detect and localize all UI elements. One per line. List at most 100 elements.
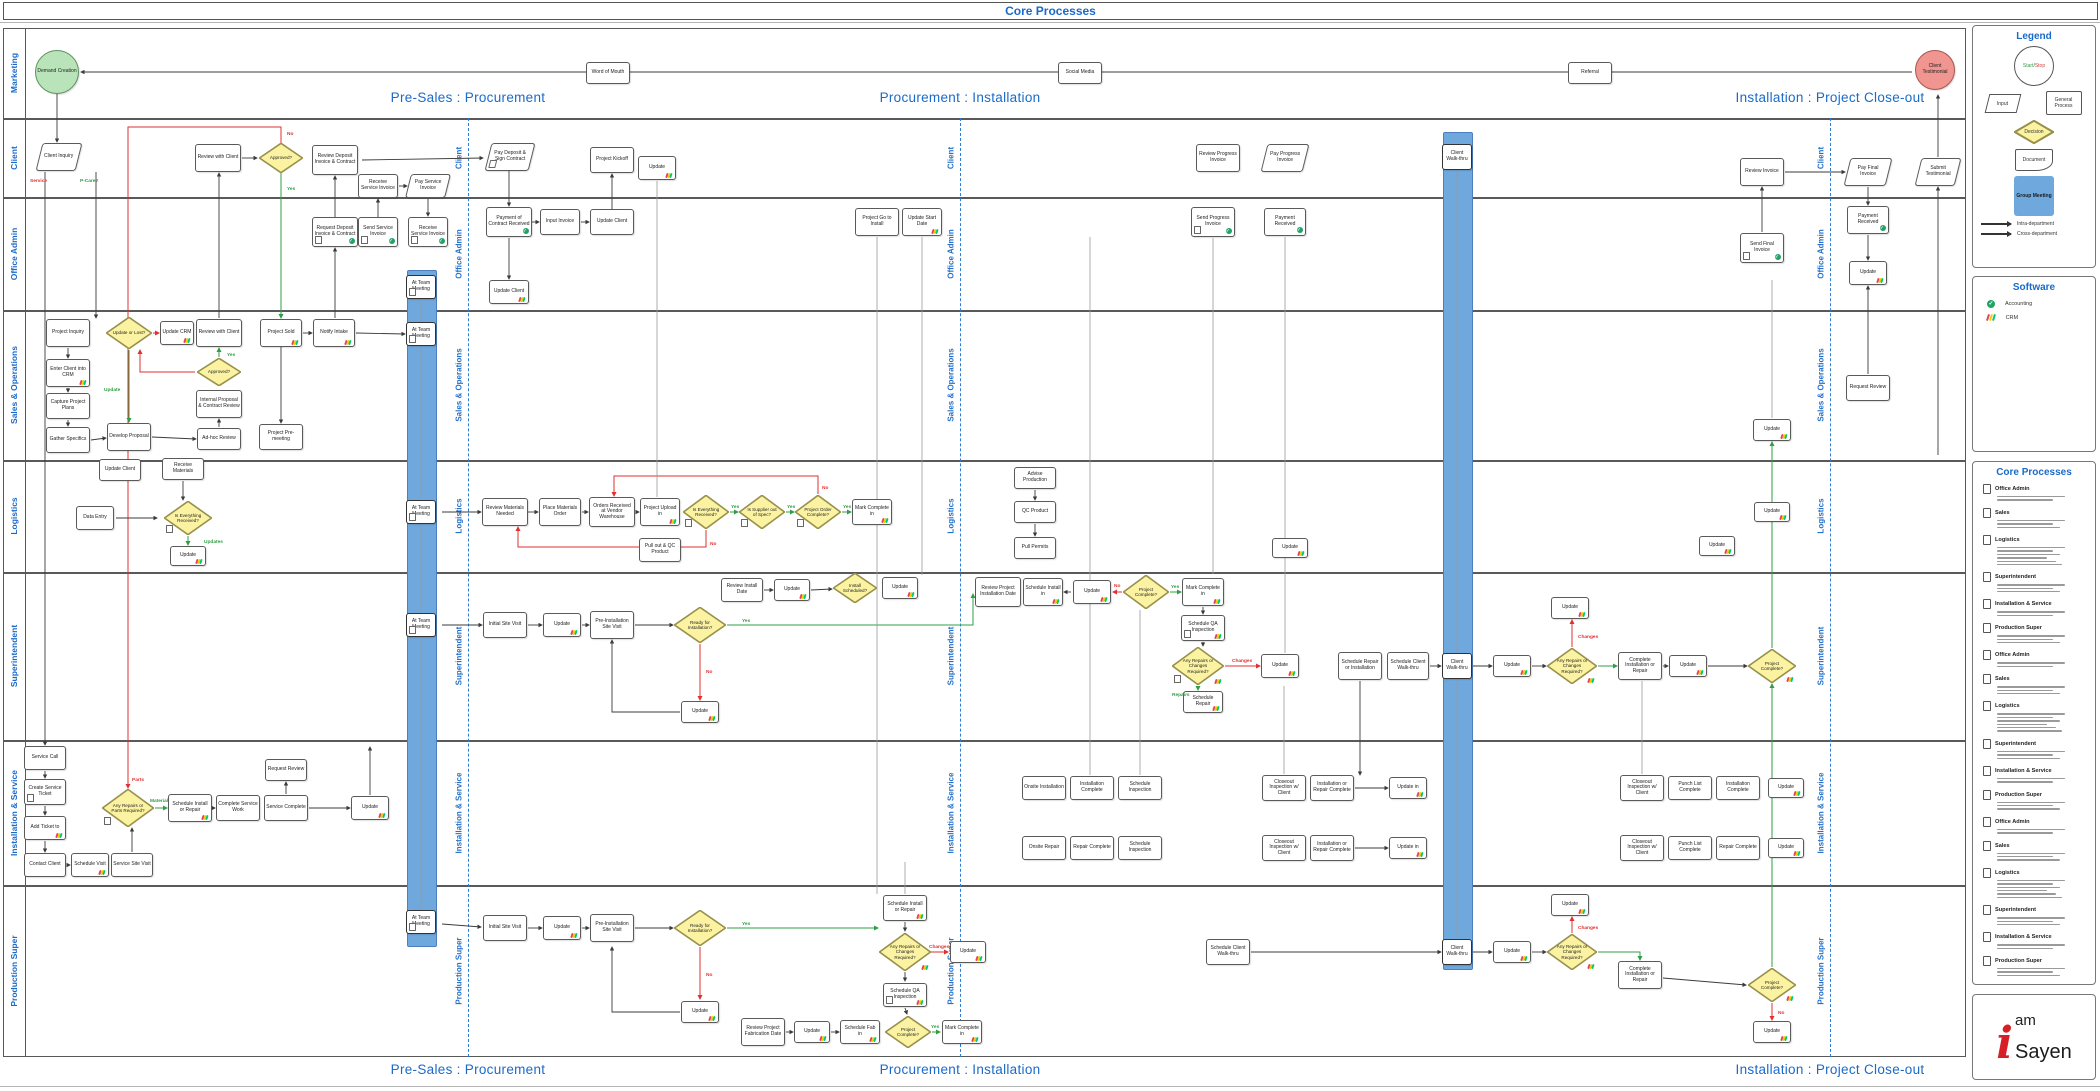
flow-node-c1[interactable]: Client Inquiry [36,143,83,171]
flow-node-l15[interactable]: Pull out & QC Product [639,538,681,562]
flow-node-c3[interactable]: Approved? [259,143,303,173]
flow-node-su14[interactable]: Update [1261,654,1299,678]
flow-node-m1[interactable]: Demand Creation [35,50,79,94]
flow-node-ia3[interactable]: Schedule Inspection [1118,776,1162,800]
flow-node-l21[interactable]: Update [1754,502,1790,522]
flow-node-su24[interactable]: Project Complete? [1748,649,1796,683]
flow-node-o3[interactable]: Receive Service Invoice✓ [408,217,448,247]
flow-node-s6[interactable]: Ad-hoc Review [197,428,241,450]
flow-node-p14[interactable]: Update [950,941,986,963]
flow-node-o13[interactable]: Update Start Date [902,208,942,236]
flow-node-ib4[interactable]: Update [1768,778,1804,798]
flow-node-o5[interactable]: Input Invoice [540,209,580,235]
flow-node-c11[interactable]: Client Walk-thru [1442,144,1472,170]
flow-node-ib7[interactable]: Repair Complete [1716,836,1760,860]
flow-node-su3[interactable]: Update [543,613,581,637]
flow-node-c12[interactable]: Review Invoice [1740,158,1784,186]
flow-node-su22[interactable]: Complete Installation or Repair [1618,652,1662,680]
flow-node-l16[interactable]: Advise Production [1014,467,1056,489]
flow-node-p11[interactable]: Mark Complete in [942,1020,982,1044]
flow-node-su20[interactable]: Any Repairs or Changes Required? [1547,648,1597,684]
flow-node-l1[interactable]: Update Client [99,459,141,481]
flow-node-l2[interactable]: Receive Materials [162,458,204,480]
flow-node-p22[interactable]: Update [1753,1021,1791,1043]
flow-node-ia10[interactable]: Closeout Inspection w/ Client [1262,835,1306,861]
flow-node-su10[interactable]: Project Complete? [1123,575,1169,609]
flow-node-su4[interactable]: Pre-Installation Site Visit [590,611,634,639]
flow-node-c14[interactable]: Submit Testimonial [1915,158,1962,186]
flow-node-p7[interactable]: Review Project Fabrication Date [741,1018,785,1046]
flow-node-l7[interactable]: Review Materials Needed [482,498,528,526]
flow-node-su2[interactable]: Initial Site Visit [483,612,527,638]
flow-node-is7[interactable]: Any Repairs or Parts Required? [102,789,154,827]
flow-node-p15[interactable]: Schedule QA Inspection [883,983,927,1007]
flow-node-su9[interactable]: Update [1073,580,1111,604]
flow-node-l20[interactable]: Update [1699,536,1735,556]
flow-node-l17[interactable]: QC Product [1014,501,1056,523]
flow-node-p3[interactable]: Update [543,916,581,940]
flow-node-m5[interactable]: Client Testimonial [1915,50,1955,90]
flow-node-is5[interactable]: Schedule Visit [71,853,109,877]
flow-node-l19[interactable]: Update [1272,538,1308,558]
flow-node-ia11[interactable]: Installation or Repair Complete [1310,835,1354,861]
flow-node-ib8[interactable]: Update [1768,838,1804,858]
flow-node-p19[interactable]: Update [1551,894,1589,916]
flow-node-p13[interactable]: Any Repairs or Changes Required? [879,933,931,971]
flow-node-l13[interactable]: Project Order Complete? [795,495,841,529]
flow-node-p18[interactable]: Any Repairs or Changes Required? [1547,934,1597,970]
flow-node-o18[interactable]: Payment Received✓ [1847,206,1889,234]
flow-node-su12[interactable]: Schedule QA Inspection [1181,615,1225,641]
flow-node-su13[interactable]: Any Repairs or Changes Required? [1172,647,1224,685]
flow-node-ia4[interactable]: Closeout Inspection w/ Client [1262,775,1306,801]
flow-node-ib2[interactable]: Punch List Complete [1668,776,1712,800]
flow-node-p21[interactable]: Project Complete? [1748,968,1796,1002]
flow-node-o16[interactable]: Payment Received✓ [1264,208,1306,236]
flow-node-s8[interactable]: Approved? [197,358,241,386]
flow-node-o15[interactable]: Send Progress Invoice✓ [1191,207,1235,237]
flow-node-o1[interactable]: Request Deposit Invoice & Contract✓ [312,217,358,247]
flow-node-ia2[interactable]: Installation Complete [1070,776,1114,800]
flow-node-ib6[interactable]: Punch List Complete [1668,836,1712,860]
flow-node-l3[interactable]: Data Entry [76,506,114,530]
flow-node-is9[interactable]: Complete Service Work [216,795,260,821]
flow-node-c8[interactable]: Project Kickoff [590,147,634,173]
flow-node-su23[interactable]: Update [1669,655,1707,677]
flow-node-is3[interactable]: Add Ticket to [24,816,66,840]
flow-node-su26[interactable]: Review Install Date [721,578,763,602]
flow-node-su11[interactable]: Mark Complete in [1182,578,1224,606]
flow-node-is4[interactable]: Contact Client [24,853,66,877]
flow-node-o7[interactable]: Update Client [489,280,529,304]
flow-node-su16[interactable]: Schedule Client Walk-thru [1387,652,1429,680]
flow-node-s15[interactable]: At Team Meeting [406,322,436,346]
flow-node-c10[interactable]: Pay Progress Invoice [1261,144,1310,172]
flow-node-is10[interactable]: Service Complete [264,795,308,821]
flow-node-su8[interactable]: Schedule Install in [1023,578,1063,606]
flow-node-p4[interactable]: Pre-Installation Site Visit [590,914,634,942]
flow-node-su1[interactable]: At Team Meeting [406,613,436,637]
flow-node-p8[interactable]: Update [794,1021,830,1043]
flow-node-l6[interactable]: At Team Meeting [406,500,436,524]
flow-node-is11[interactable]: Request Review [265,759,307,781]
flow-node-ia8[interactable]: Repair Complete [1070,836,1114,860]
flow-node-l11[interactable]: Is Everything Received? [683,495,729,529]
flow-node-ia7[interactable]: Onsite Repair [1022,836,1066,860]
flow-node-p2[interactable]: Initial Site Visit [483,915,527,941]
flow-node-is12[interactable]: Update [351,796,389,820]
flow-node-c2[interactable]: Review with Client [195,144,241,172]
flow-node-p10[interactable]: Project Complete? [885,1016,931,1048]
flow-node-is6[interactable]: Service Site Visit [111,853,153,877]
flow-node-s14[interactable]: Project Pre-meeting [259,424,303,450]
flow-node-m3[interactable]: Social Media [1058,62,1102,84]
flow-node-is2[interactable]: Create Service Ticket [24,779,66,805]
flow-node-p16[interactable]: Client Walk-thru [1442,939,1472,965]
flow-node-l12[interactable]: Is Supplier out of Spec? [739,495,785,529]
flow-node-su5[interactable]: Ready for Installation? [674,607,726,643]
flow-node-ib5[interactable]: Closeout Inspection w/ Client [1620,835,1664,861]
flow-node-ib1[interactable]: Closeout Inspection w/ Client [1620,775,1664,801]
flow-node-o8[interactable]: At Team Meeting [406,275,436,299]
flow-node-s11[interactable]: Update CRM [160,321,194,345]
flow-node-l9[interactable]: Orders Received at Vendor Warehouse [589,497,635,527]
flow-node-ia9[interactable]: Schedule Inspection [1118,836,1162,860]
flow-node-su15[interactable]: Schedule Repair or Installation [1338,652,1382,680]
flow-node-s4[interactable]: Gather Specifics [46,427,90,453]
